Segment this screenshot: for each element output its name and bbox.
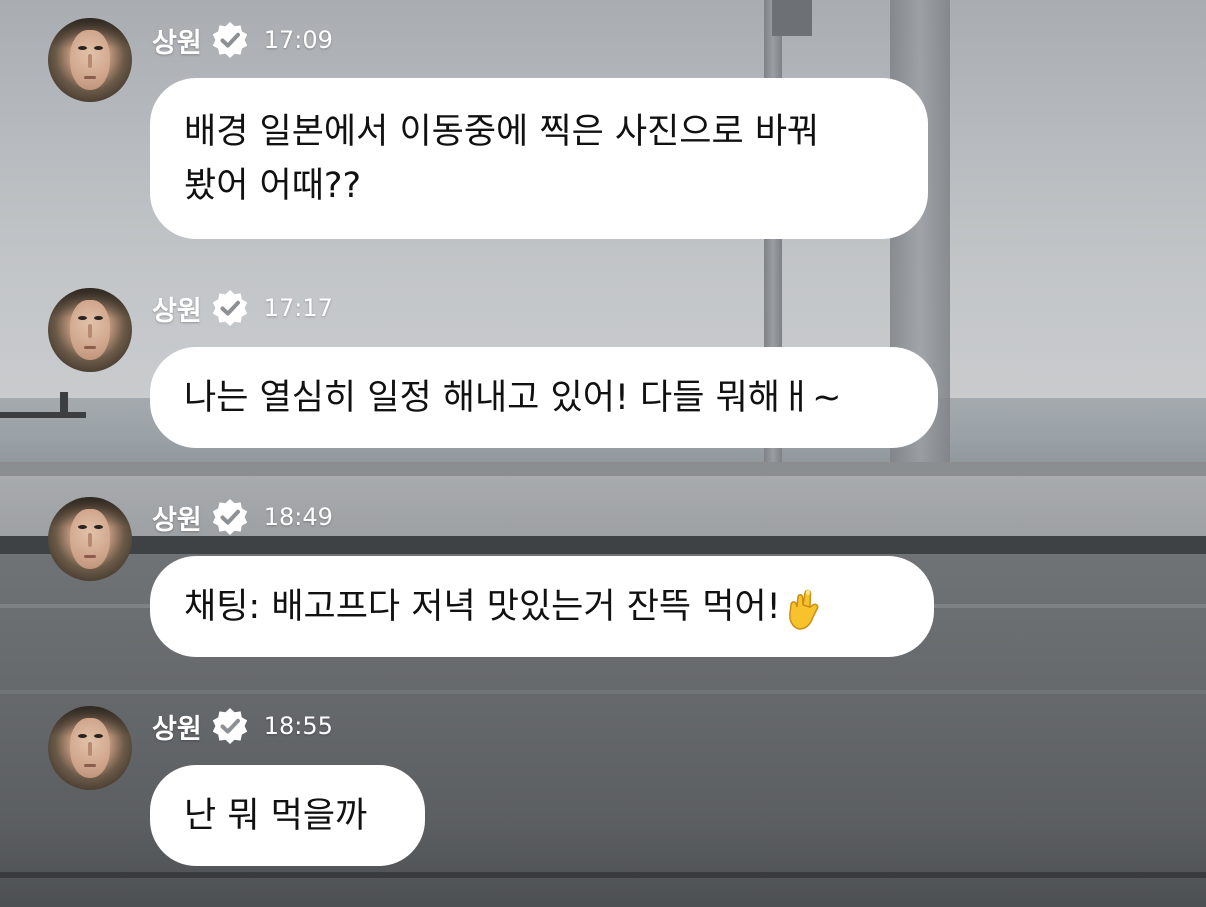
background-wall-shadow (0, 536, 1206, 554)
profile-avatar[interactable] (48, 18, 132, 102)
sender-name[interactable]: 상원 (152, 21, 202, 60)
message-bubble[interactable]: 나는 열심히 일정 해내고 있어! 다들 뭐해ㅐ~ (150, 347, 938, 448)
verified-badge-icon (212, 708, 247, 744)
background-road-stripe (0, 690, 1206, 694)
message-text: 나는 열심히 일정 해내고 있어! 다들 뭐해ㅐ~ (184, 377, 842, 418)
sender-name[interactable]: 상원 (152, 707, 202, 746)
message-meta: 상원 18:49 (152, 497, 333, 537)
message-meta: 상원 17:17 (152, 288, 333, 328)
background-rail (0, 462, 1206, 476)
message-time: 18:49 (263, 503, 333, 531)
message-meta: 상원 17:09 (152, 20, 333, 60)
message-time: 18:55 (263, 712, 333, 740)
verified-badge-icon (212, 22, 247, 58)
background-pier (0, 412, 86, 418)
message-time: 17:17 (263, 294, 333, 322)
profile-avatar[interactable] (48, 497, 132, 581)
message-bubble[interactable]: 난 뭐 먹을까 (150, 765, 425, 866)
message-text: 난 뭐 먹을까 (184, 795, 368, 836)
message-text: 채팅: 배고프다 저녁 맛있는거 잔뜩 먹어! (184, 586, 781, 627)
sender-name[interactable]: 상원 (152, 498, 202, 537)
background-pole-box (772, 0, 812, 36)
profile-avatar[interactable] (48, 706, 132, 790)
message-bubble[interactable]: 채팅: 배고프다 저녁 맛있는거 잔뜩 먹어! (150, 556, 934, 657)
profile-avatar[interactable] (48, 288, 132, 372)
background-road-stripe (0, 872, 1206, 878)
finger-heart-emoji-icon (788, 589, 819, 630)
verified-badge-icon (212, 499, 247, 535)
message-bubble[interactable]: 배경 일본에서 이동중에 찍은 사진으로 바꿔 봤어 어때?? (150, 78, 928, 239)
message-time: 17:09 (263, 26, 333, 54)
sender-name[interactable]: 상원 (152, 289, 202, 328)
verified-badge-icon (212, 290, 247, 326)
message-meta: 상원 18:55 (152, 706, 333, 746)
message-text: 배경 일본에서 이동중에 찍은 사진으로 바꿔 봤어 어때?? (184, 111, 820, 206)
